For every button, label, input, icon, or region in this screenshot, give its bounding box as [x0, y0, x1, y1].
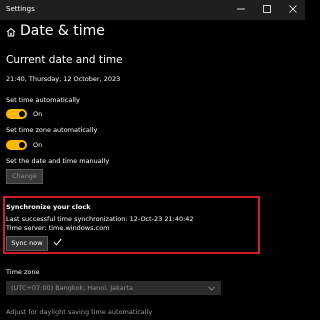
chevron-down-icon: [208, 286, 215, 291]
minimize-icon: [237, 8, 245, 10]
timezone-value: (UTC+07:00) Bangkok, Hanoi, Jakarta: [11, 284, 133, 292]
timezone-select[interactable]: (UTC+07:00) Bangkok, Hanoi, Jakarta: [6, 281, 221, 295]
maximize-icon: [263, 5, 271, 13]
last-sync-text: Last successful time synchronization: 12…: [6, 215, 194, 223]
set-time-auto-label: Set time automatically: [6, 96, 80, 104]
sync-title: Synchronize your clock: [6, 203, 91, 211]
page-title: Date & time: [20, 23, 105, 39]
current-datetime: 21:40, Thursday, 12 October, 2023: [6, 75, 121, 83]
toggle-knob: [19, 142, 25, 148]
home-icon[interactable]: [6, 27, 16, 37]
timezone-label: Time zone: [6, 268, 40, 276]
close-icon: [289, 5, 297, 13]
sync-now-button[interactable]: Sync now: [6, 236, 48, 251]
app-title: Settings: [6, 5, 35, 13]
maximize-button[interactable]: [254, 0, 280, 18]
manual-time-label: Set the date and time manually: [6, 157, 110, 165]
set-time-auto-state: On: [33, 110, 43, 118]
settings-window: Settings Date & time Current date and ti…: [0, 0, 305, 320]
section-title: Current date and time: [6, 54, 123, 66]
check-icon: [53, 238, 62, 246]
close-button[interactable]: [280, 0, 305, 18]
toggle-knob: [19, 111, 25, 117]
dst-label: Adjust for daylight saving time automati…: [6, 308, 153, 316]
page-header: Date & time: [0, 22, 305, 42]
minimize-button[interactable]: [228, 0, 254, 18]
title-bar: Settings: [0, 0, 305, 20]
set-timezone-auto-toggle[interactable]: [6, 140, 27, 150]
set-timezone-auto-label: Set time zone automatically: [6, 126, 98, 134]
time-server-text: Time server: time.windows.com: [6, 224, 110, 232]
set-timezone-auto-state: On: [33, 141, 43, 149]
set-time-auto-toggle[interactable]: [6, 109, 27, 119]
change-button[interactable]: Change: [6, 169, 43, 184]
